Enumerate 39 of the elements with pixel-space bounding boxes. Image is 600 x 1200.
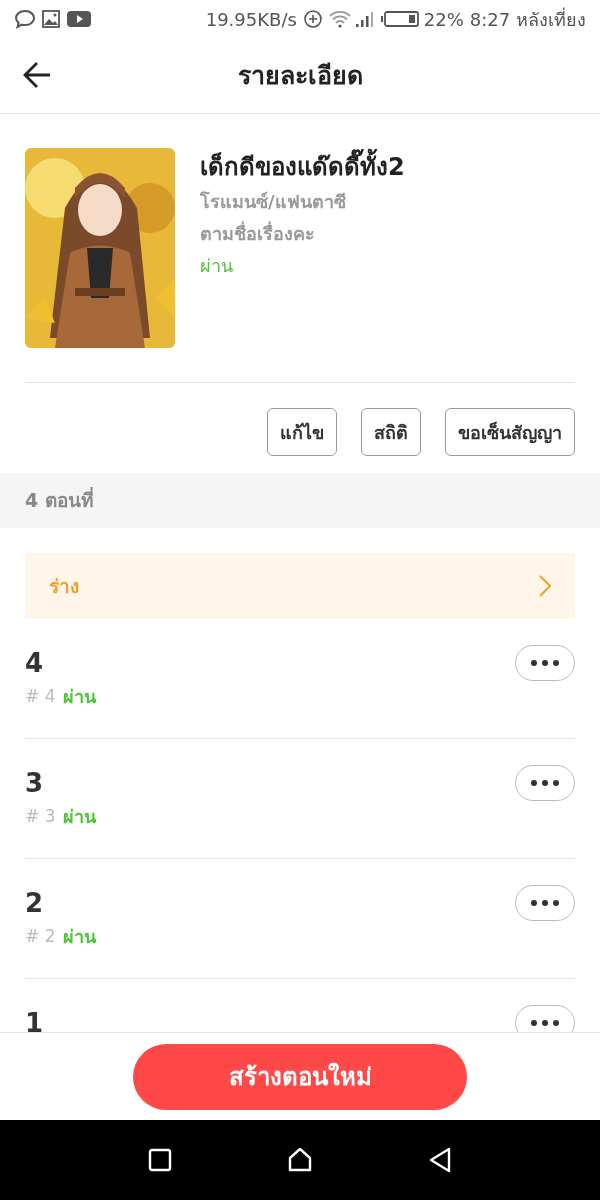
network-speed: 19.95KB/s bbox=[205, 7, 297, 32]
battery-icon bbox=[380, 11, 419, 27]
signal-icon bbox=[354, 10, 375, 28]
book-genre: โรแมนซ์/แฟนตาซี bbox=[200, 190, 347, 214]
episode-number: # 3 bbox=[25, 804, 56, 828]
episode-title: 4 bbox=[25, 647, 45, 680]
draft-label: ร่าง bbox=[49, 573, 79, 599]
episode-number: # 2 bbox=[25, 924, 56, 948]
clock: 8:27 หลังเที่ยง bbox=[469, 6, 586, 32]
back-icon[interactable] bbox=[428, 1147, 453, 1173]
action-button[interactable]: สถิติ bbox=[361, 408, 421, 456]
episode-status: ผ่าน bbox=[63, 805, 97, 829]
episode-title: 3 bbox=[25, 767, 45, 800]
data-saver-icon bbox=[302, 9, 323, 29]
action-button[interactable]: แก้ไข bbox=[267, 408, 337, 456]
episode-title: 1 bbox=[25, 1007, 44, 1032]
back-arrow-icon[interactable] bbox=[22, 60, 52, 90]
action-button[interactable]: ขอเซ็นสัญญา bbox=[445, 408, 575, 456]
wifi-icon bbox=[328, 10, 351, 28]
recents-icon[interactable] bbox=[147, 1148, 172, 1172]
more-icon bbox=[531, 780, 559, 786]
episode-count: 4 ตอนที่ bbox=[25, 486, 94, 514]
page-title: รายละเอียด bbox=[237, 59, 363, 92]
battery-percent: 22% bbox=[423, 7, 464, 32]
book-description: ตามชื่อเรื่องคะ bbox=[200, 220, 316, 246]
chevron-right-icon bbox=[539, 575, 551, 597]
video-icon bbox=[67, 10, 91, 28]
more-icon bbox=[531, 900, 559, 906]
episode-number: # 4 bbox=[25, 684, 56, 708]
episode-status: ผ่าน bbox=[63, 685, 97, 709]
episode-title: 2 bbox=[25, 887, 45, 920]
book-title: เด็กดีของแด๊ดดี๊ทั้ง2 bbox=[200, 148, 405, 186]
chat-icon bbox=[14, 9, 36, 29]
book-status: ผ่าน bbox=[200, 254, 234, 278]
home-icon[interactable] bbox=[287, 1147, 313, 1173]
image-icon bbox=[41, 9, 61, 29]
more-icon bbox=[531, 660, 559, 666]
more-icon bbox=[531, 1020, 559, 1026]
episode-status: ผ่าน bbox=[63, 925, 97, 949]
